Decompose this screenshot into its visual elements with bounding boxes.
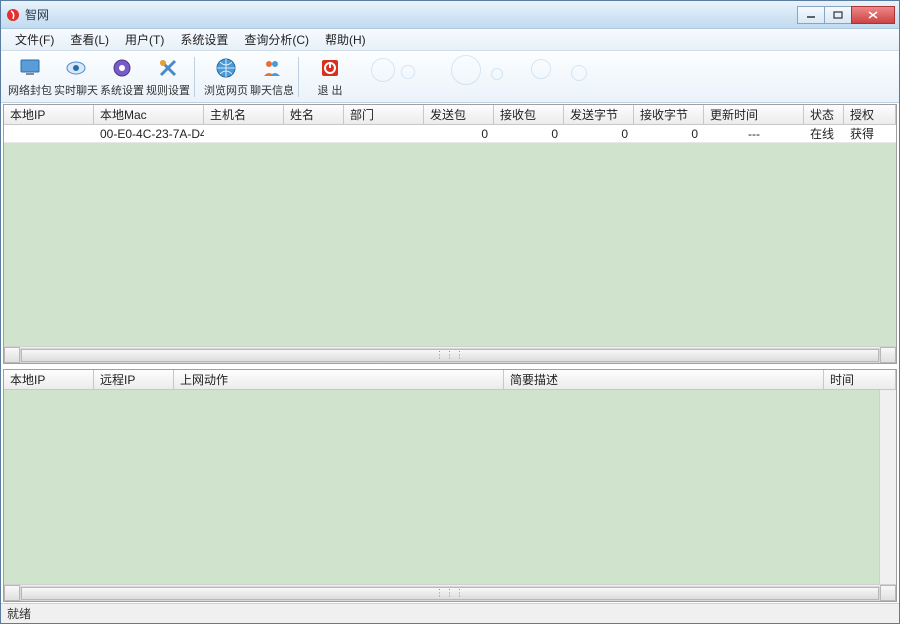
cell-updated: ---	[704, 126, 804, 142]
net-block-button[interactable]: 网络封包	[7, 54, 53, 100]
col-local-ip[interactable]: 本地IP	[4, 370, 94, 389]
chat-info-button[interactable]: 聊天信息	[249, 54, 295, 100]
col-local-ip[interactable]: 本地IP	[4, 105, 94, 124]
menu-view[interactable]: 查看(L)	[62, 28, 117, 51]
cell-recv-pkt: 0	[494, 126, 564, 142]
toolbar-separator	[298, 57, 304, 97]
window-controls	[797, 6, 895, 24]
toolbar-separator	[194, 57, 200, 97]
exit-button[interactable]: 退 出	[307, 54, 353, 100]
cell-send-pkt: 0	[424, 126, 494, 142]
app-window: 智网 文件(F) 查看(L) 用户(T) 系统设置 查询分析(C) 帮助(H) …	[0, 0, 900, 624]
tool-label: 聊天信息	[250, 82, 294, 98]
col-recv-bytes[interactable]: 接收字节	[634, 105, 704, 124]
log-grid-body[interactable]	[4, 390, 896, 584]
tool-label: 退 出	[317, 82, 342, 98]
col-recv-pkt[interactable]: 接收包	[494, 105, 564, 124]
tool-label: 浏览网页	[204, 82, 248, 98]
titlebar[interactable]: 智网	[1, 1, 899, 29]
hosts-column-headers: 本地IP 本地Mac 主机名 姓名 部门 发送包 接收包 发送字节 接收字节 更…	[4, 105, 896, 125]
status-text: 就绪	[7, 605, 31, 622]
people-icon	[260, 56, 284, 80]
cell-hostname	[204, 133, 284, 135]
eye-icon	[64, 56, 88, 80]
content-area: 本地IP 本地Mac 主机名 姓名 部门 发送包 接收包 发送字节 接收字节 更…	[1, 103, 899, 603]
cell-dept	[344, 133, 424, 135]
col-auth[interactable]: 授权	[844, 105, 896, 124]
menubar: 文件(F) 查看(L) 用户(T) 系统设置 查询分析(C) 帮助(H)	[1, 29, 899, 51]
app-icon	[5, 7, 21, 23]
menu-user[interactable]: 用户(T)	[117, 28, 172, 51]
menu-system-settings[interactable]: 系统设置	[172, 28, 236, 51]
tool-label: 系统设置	[100, 82, 144, 98]
window-title: 智网	[25, 6, 797, 23]
tool-label: 实时聊天	[54, 82, 98, 98]
tool-label: 网络封包	[8, 82, 52, 98]
col-updated[interactable]: 更新时间	[704, 105, 804, 124]
col-status[interactable]: 状态	[804, 105, 844, 124]
globe-icon	[214, 56, 238, 80]
rule-settings-button[interactable]: 规则设置	[145, 54, 191, 100]
menu-query[interactable]: 查询分析(C)	[236, 28, 317, 51]
menu-help[interactable]: 帮助(H)	[317, 28, 374, 51]
decorative-bubbles	[361, 53, 661, 93]
system-settings-button[interactable]: 系统设置	[99, 54, 145, 100]
cell-status: 在线	[804, 125, 844, 143]
col-time[interactable]: 时间	[824, 370, 896, 389]
menu-file[interactable]: 文件(F)	[7, 28, 62, 51]
close-button[interactable]	[851, 6, 895, 24]
cell-send-bytes: 0	[564, 126, 634, 142]
monitor-icon	[18, 56, 42, 80]
log-vscrollbar[interactable]	[879, 390, 896, 584]
power-icon	[318, 56, 342, 80]
hosts-pane: 本地IP 本地Mac 主机名 姓名 部门 发送包 接收包 发送字节 接收字节 更…	[3, 104, 897, 364]
col-send-pkt[interactable]: 发送包	[424, 105, 494, 124]
maximize-button[interactable]	[824, 6, 852, 24]
hosts-grid-body[interactable]: 00-E0-4C-23-7A-D4 0 0 0 0 --- 在线 获得	[4, 125, 896, 346]
browse-web-button[interactable]: 浏览网页	[203, 54, 249, 100]
col-action[interactable]: 上网动作	[174, 370, 504, 389]
log-hscrollbar[interactable]: ⋮⋮⋮	[4, 584, 896, 601]
hosts-hscrollbar[interactable]: ⋮⋮⋮	[4, 346, 896, 363]
table-row[interactable]: 00-E0-4C-23-7A-D4 0 0 0 0 --- 在线 获得	[4, 125, 896, 143]
statusbar: 就绪	[1, 603, 899, 623]
col-hostname[interactable]: 主机名	[204, 105, 284, 124]
realtime-chat-button[interactable]: 实时聊天	[53, 54, 99, 100]
col-remote-ip[interactable]: 远程IP	[94, 370, 174, 389]
cell-local-ip	[4, 133, 94, 135]
tool-label: 规则设置	[146, 82, 190, 98]
col-name[interactable]: 姓名	[284, 105, 344, 124]
cell-name	[284, 133, 344, 135]
col-local-mac[interactable]: 本地Mac	[94, 105, 204, 124]
cell-recv-bytes: 0	[634, 126, 704, 142]
minimize-button[interactable]	[797, 6, 825, 24]
cell-local-mac: 00-E0-4C-23-7A-D4	[94, 126, 204, 142]
log-column-headers: 本地IP 远程IP 上网动作 简要描述 时间	[4, 370, 896, 390]
col-send-bytes[interactable]: 发送字节	[564, 105, 634, 124]
cell-auth: 获得	[844, 125, 896, 143]
tools-icon	[156, 56, 180, 80]
col-desc[interactable]: 简要描述	[504, 370, 824, 389]
gear-icon	[110, 56, 134, 80]
col-dept[interactable]: 部门	[344, 105, 424, 124]
log-pane: 本地IP 远程IP 上网动作 简要描述 时间 ⋮⋮⋮	[3, 369, 897, 602]
toolbar: 网络封包 实时聊天 系统设置 规则设置 浏览网页 聊天信息 退 出	[1, 51, 899, 103]
